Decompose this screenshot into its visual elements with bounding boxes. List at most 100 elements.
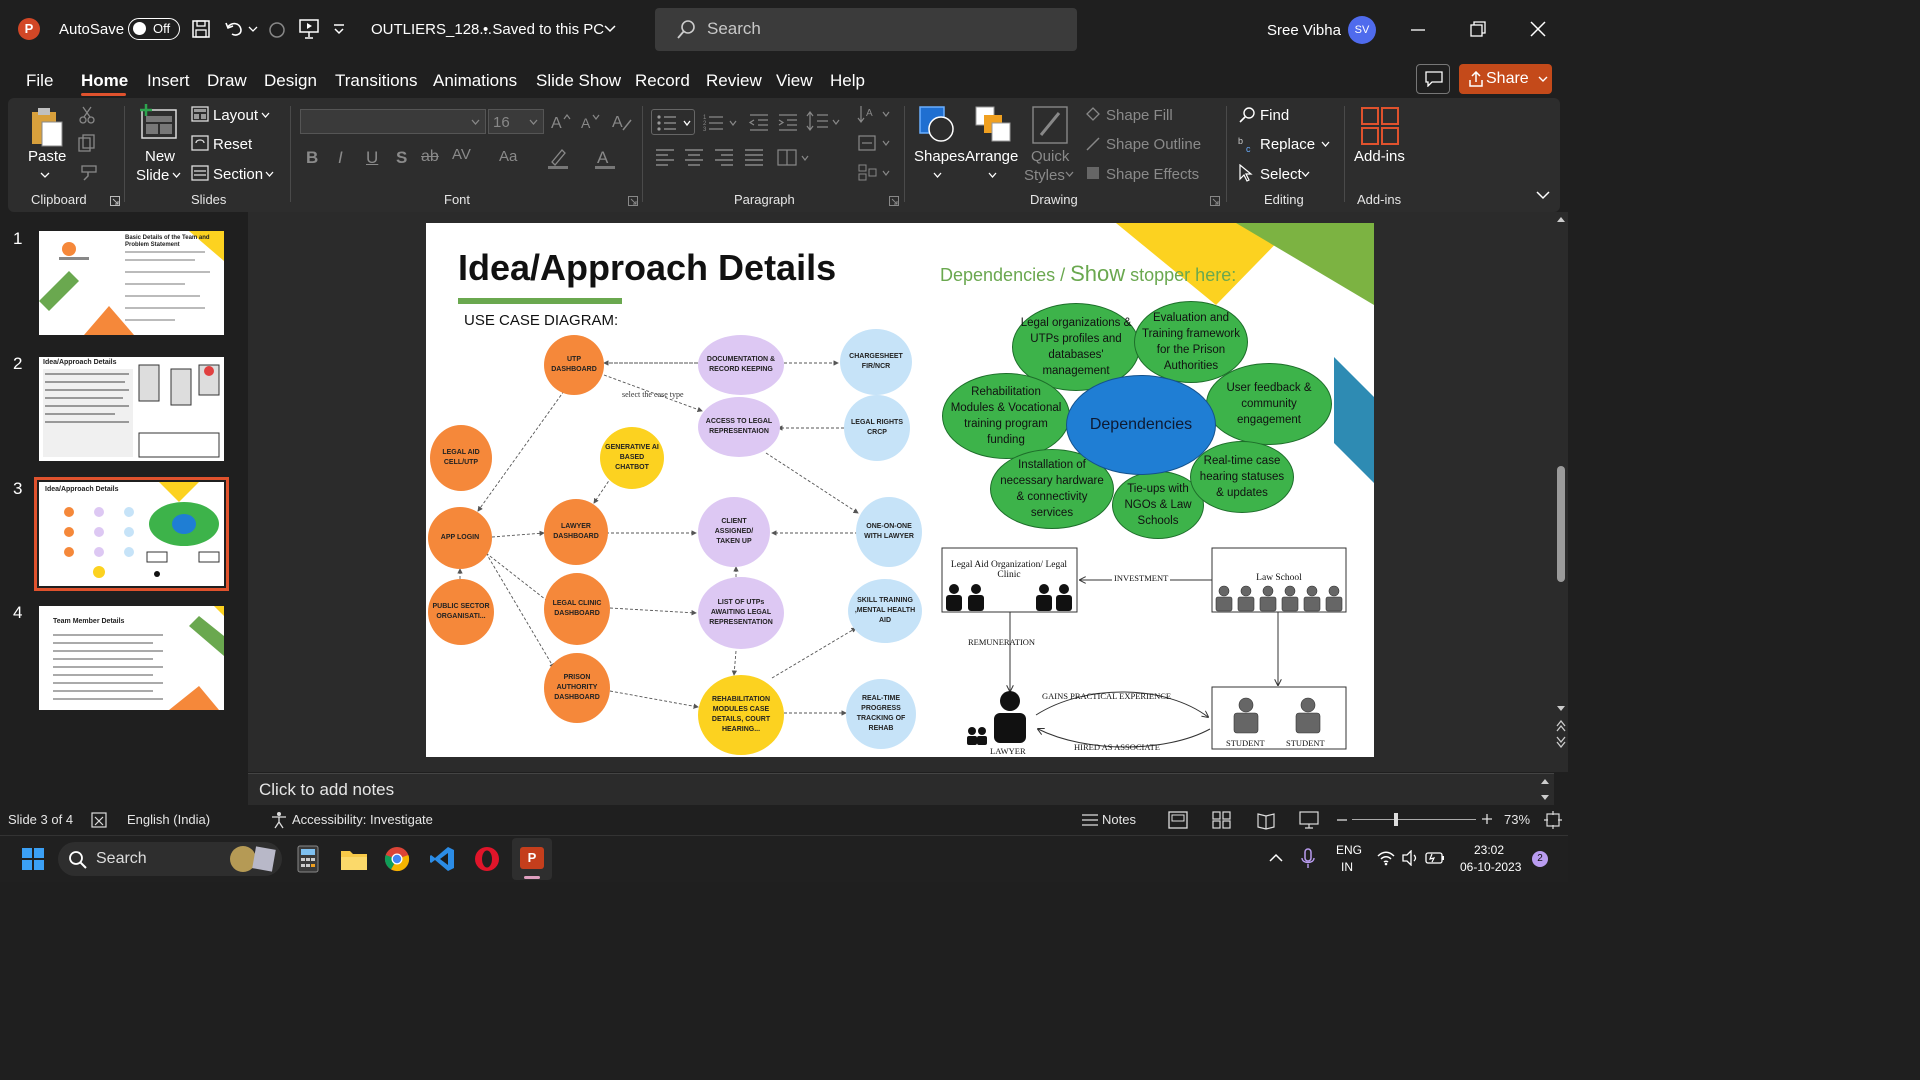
accessibility-status[interactable]: Accessibility: Investigate: [292, 812, 433, 827]
increase-font-size-icon[interactable]: A: [550, 112, 572, 130]
menu-slide-show[interactable]: Slide Show: [536, 71, 621, 91]
accessibility-icon[interactable]: [270, 811, 288, 829]
redo-icon[interactable]: [266, 19, 288, 39]
menu-animations[interactable]: Animations: [433, 71, 517, 91]
shapes-button[interactable]: Shapes: [914, 148, 965, 165]
windows-start-icon[interactable]: [21, 847, 45, 871]
add-ins-icon[interactable]: [1360, 106, 1400, 146]
vscode-icon[interactable]: [429, 846, 455, 872]
add-ins-button[interactable]: Add-ins: [1354, 148, 1405, 165]
zoom-in-icon[interactable]: [1481, 813, 1493, 825]
chevron-down-icon[interactable]: [40, 172, 50, 179]
align-text-icon[interactable]: [857, 134, 891, 154]
clock-time[interactable]: 23:02: [1474, 843, 1504, 857]
menu-view[interactable]: View: [776, 71, 813, 91]
section-icon[interactable]: [191, 165, 209, 181]
powerpoint-taskbar-button[interactable]: P: [512, 838, 552, 880]
fit-to-window-icon[interactable]: [1543, 810, 1563, 830]
find-icon[interactable]: [1238, 106, 1256, 124]
dialog-launcher-icon[interactable]: [110, 196, 120, 206]
layout-button[interactable]: Layout: [213, 107, 258, 124]
normal-view-icon[interactable]: [1168, 811, 1188, 829]
share-button[interactable]: Share: [1459, 64, 1552, 94]
underline-icon[interactable]: U: [366, 148, 378, 168]
search-box[interactable]: Search: [655, 8, 1077, 51]
slide-thumbnail-4[interactable]: Team Member Details: [39, 606, 224, 710]
slide-thumbnail-3[interactable]: Idea/Approach Details: [34, 477, 229, 591]
volume-icon[interactable]: [1401, 850, 1419, 866]
zoom-slider[interactable]: [1352, 819, 1476, 820]
taskbar-search[interactable]: Search: [58, 842, 282, 876]
numbering-icon[interactable]: 123: [703, 112, 739, 132]
menu-file[interactable]: File: [26, 71, 53, 91]
menu-insert[interactable]: Insert: [147, 71, 190, 91]
section-button[interactable]: Section: [213, 166, 263, 183]
calculator-app-icon[interactable]: [297, 845, 319, 873]
save-status[interactable]: • Saved to this PC: [483, 21, 604, 38]
notes-pane[interactable]: Click to add notes: [248, 773, 1554, 805]
minimize-icon[interactable]: [1410, 28, 1426, 32]
avatar[interactable]: SV: [1348, 16, 1376, 44]
paste-button[interactable]: Paste: [28, 148, 66, 165]
scroll-down-icon[interactable]: [1556, 705, 1566, 713]
battery-icon[interactable]: [1425, 851, 1445, 865]
file-name[interactable]: OUTLIERS_128...: [371, 21, 492, 38]
select-button[interactable]: Select: [1260, 166, 1302, 183]
chevron-down-icon[interactable]: [172, 172, 181, 179]
chevron-down-icon[interactable]: [1321, 141, 1330, 148]
new-slide-label-1[interactable]: New: [145, 148, 175, 165]
text-shadow-icon[interactable]: S: [396, 148, 407, 168]
next-slide-icon[interactable]: [1556, 736, 1566, 748]
chevron-down-icon[interactable]: [1301, 171, 1310, 178]
slide-thumbnail-2[interactable]: Idea/Approach Details: [39, 357, 224, 461]
shape-fill-button[interactable]: Shape Fill: [1106, 107, 1173, 124]
character-spacing-icon[interactable]: AV: [452, 146, 471, 163]
decrease-indent-icon[interactable]: [748, 112, 770, 132]
chrome-icon[interactable]: [384, 846, 410, 872]
align-right-icon[interactable]: [714, 148, 734, 166]
bold-icon[interactable]: B: [306, 148, 318, 168]
shape-outline-icon[interactable]: [1084, 135, 1102, 153]
wifi-icon[interactable]: [1377, 850, 1395, 866]
microphone-icon[interactable]: [1301, 848, 1315, 870]
convert-to-smartart-icon[interactable]: [857, 162, 891, 184]
chevron-down-icon[interactable]: [604, 25, 616, 33]
save-icon[interactable]: [191, 19, 211, 39]
paste-icon[interactable]: [30, 106, 64, 148]
select-icon[interactable]: [1238, 164, 1254, 182]
restore-icon[interactable]: [1470, 21, 1486, 37]
scroll-up-icon[interactable]: [1556, 215, 1566, 223]
chevron-down-icon[interactable]: [261, 112, 270, 119]
zoom-out-icon[interactable]: [1336, 818, 1348, 822]
replace-icon[interactable]: bc: [1238, 135, 1258, 153]
decrease-font-size-icon[interactable]: A: [580, 112, 602, 130]
font-name-dropdown[interactable]: [300, 109, 486, 134]
slide-sorter-icon[interactable]: [1212, 811, 1232, 829]
quick-styles-label-1[interactable]: Quick: [1031, 148, 1069, 165]
slide-canvas[interactable]: Idea/Approach Details USE CASE DIAGRAM: …: [426, 223, 1374, 757]
file-explorer-icon[interactable]: [340, 847, 368, 871]
arrange-button[interactable]: Arrange: [965, 148, 1018, 165]
font-size-dropdown[interactable]: 16: [488, 109, 544, 134]
spelling-check-icon[interactable]: [91, 812, 109, 828]
justify-icon[interactable]: [744, 148, 764, 166]
shape-fill-icon[interactable]: [1084, 105, 1102, 123]
present-from-start-icon[interactable]: [298, 18, 320, 40]
menu-design[interactable]: Design: [264, 71, 317, 91]
menu-draw[interactable]: Draw: [207, 71, 247, 91]
bullets-button[interactable]: [651, 109, 695, 135]
slide-show-icon[interactable]: [1299, 810, 1319, 830]
italic-icon[interactable]: I: [338, 148, 343, 168]
close-icon[interactable]: [1530, 21, 1546, 37]
font-color-icon[interactable]: A: [594, 146, 616, 170]
show-hidden-icons-icon[interactable]: [1269, 853, 1283, 862]
zoom-level[interactable]: 73%: [1504, 812, 1530, 827]
language-status[interactable]: English (India): [127, 812, 210, 827]
quick-styles-label-2[interactable]: Styles: [1024, 167, 1065, 184]
chevron-down-icon[interactable]: [933, 172, 942, 179]
slide-thumbnail-1[interactable]: Basic Details of the Team and Problem St…: [39, 231, 224, 335]
increase-indent-icon[interactable]: [777, 112, 799, 132]
chevron-down-icon[interactable]: [1065, 171, 1074, 178]
dialog-launcher-icon[interactable]: [1210, 196, 1220, 206]
copy-icon[interactable]: [78, 134, 98, 152]
